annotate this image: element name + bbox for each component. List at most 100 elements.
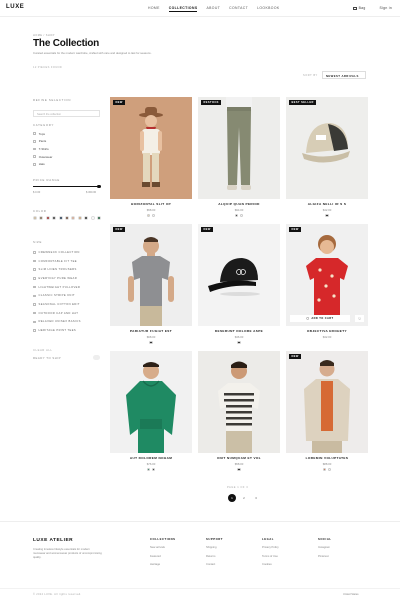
product-name[interactable]: LOREMIN VOLUPTATES <box>286 456 368 460</box>
color-dot[interactable] <box>234 214 238 218</box>
category-item[interactable]: Outerwear <box>33 153 52 161</box>
color-swatch[interactable] <box>71 216 76 220</box>
product-image[interactable] <box>198 351 280 453</box>
checkbox[interactable] <box>33 268 36 271</box>
color-swatch[interactable] <box>58 216 63 220</box>
checkbox[interactable] <box>33 259 36 263</box>
size-option[interactable]: RELAXED UNISEX BASICS <box>33 318 81 327</box>
checkbox[interactable] <box>33 311 36 315</box>
product-image[interactable]: BEST SELLER <box>286 97 368 199</box>
color-swatch[interactable] <box>39 216 44 220</box>
color-dot[interactable] <box>146 214 150 218</box>
product-image[interactable]: NEW ▢ ADD TO CART ♡ <box>286 224 368 326</box>
size-option[interactable]: SLIM LINEN TROUSERS <box>33 265 81 274</box>
product-name[interactable]: AUT DOLOREM NOHAM <box>110 456 192 460</box>
color-swatch[interactable] <box>84 216 89 220</box>
product-image[interactable]: NEW <box>198 224 280 326</box>
checkbox[interactable] <box>33 294 36 298</box>
checkbox[interactable] <box>33 139 36 143</box>
footer-link[interactable]: Returns <box>206 555 223 558</box>
color-swatch[interactable] <box>90 216 95 220</box>
breadcrumb[interactable]: HOME / SHOP <box>33 34 55 37</box>
footer-link[interactable]: Instagram <box>318 546 332 549</box>
size-option[interactable]: EVERYDAY PURE WEAR <box>33 274 81 283</box>
product-image[interactable]: NEW <box>286 351 368 453</box>
size-option[interactable]: HERITAGE PRINT TEES <box>33 326 81 335</box>
product-card[interactable]: NEW HORIZONTAL SLIT UP $58.00 <box>110 97 192 218</box>
color-swatch[interactable] <box>77 216 82 220</box>
footer-link[interactable]: Contact <box>206 563 223 566</box>
nav-contact[interactable]: CONTACT <box>229 6 248 12</box>
product-image[interactable]: RESTOCK <box>198 97 280 199</box>
size-option[interactable]: OUTDOOR CAP AND HAT <box>33 309 81 318</box>
footer-link[interactable]: Pinterest <box>318 555 332 558</box>
color-swatch[interactable] <box>33 216 37 220</box>
site-logo[interactable]: LUXE <box>6 4 24 10</box>
checkbox[interactable] <box>33 320 36 324</box>
size-option[interactable]: SEASONAL COTTON EDIT <box>33 300 81 309</box>
footer-link[interactable]: Featured <box>150 555 176 558</box>
sort-select[interactable]: NEWEST ARRIVALS <box>322 71 366 79</box>
checkbox[interactable] <box>33 155 36 158</box>
color-swatch[interactable] <box>96 216 101 220</box>
ready-to-ship-toggle[interactable] <box>93 355 100 360</box>
page-button[interactable]: 2 <box>240 494 248 502</box>
color-swatch[interactable] <box>64 216 69 220</box>
product-card[interactable]: RESTOCK ALQUIP QUAN PERIOD $94.00 <box>198 97 280 218</box>
product-name[interactable]: OBJECTIVA EROHETY <box>286 329 368 333</box>
page-button[interactable]: 1 <box>228 494 236 502</box>
product-name[interactable]: DESERUNT DOLORE ASPE <box>198 329 280 333</box>
color-dot[interactable] <box>237 468 241 472</box>
product-image[interactable] <box>110 351 192 453</box>
nav-home[interactable]: HOME <box>148 6 160 12</box>
add-to-cart-button[interactable]: ▢ ADD TO CART <box>290 315 350 322</box>
category-item[interactable]: T-Shirts <box>33 145 52 153</box>
product-card[interactable]: UNIT NUMQUAM ET VOL $58.00 <box>198 351 280 472</box>
category-item[interactable]: Pants <box>33 138 52 146</box>
footer-link[interactable]: Cookies <box>262 563 279 566</box>
product-image[interactable]: NEW <box>110 97 192 199</box>
footer-link[interactable]: Heritage <box>150 563 176 566</box>
color-dot[interactable] <box>328 468 332 472</box>
checkbox[interactable] <box>33 162 36 166</box>
size-option[interactable]: LIGHTWEIGHT PULLOVER <box>33 283 81 292</box>
footer-link[interactable]: Terms of Use <box>262 555 279 558</box>
color-dot[interactable] <box>149 341 153 345</box>
product-name[interactable]: PARIATUR FUGIAT EST <box>110 329 192 333</box>
checkbox[interactable] <box>33 329 36 332</box>
color-swatch[interactable] <box>45 216 50 220</box>
checkbox[interactable] <box>33 303 36 306</box>
product-name[interactable]: HORIZONTAL SLIT UP <box>110 202 192 206</box>
checkbox[interactable] <box>33 147 36 151</box>
product-name[interactable]: ALGIZA NELLI IR S S <box>286 202 368 206</box>
color-dot[interactable] <box>152 214 156 218</box>
footer-link[interactable]: Shipping <box>206 546 223 549</box>
search-input[interactable]: Search the collection <box>33 110 100 117</box>
color-dot[interactable] <box>146 468 150 472</box>
size-option[interactable]: CREWNECK COLLECTION <box>33 248 81 257</box>
color-dot[interactable] <box>240 214 244 218</box>
checkbox[interactable] <box>33 277 36 280</box>
color-dot[interactable] <box>322 468 326 472</box>
signin-link[interactable]: Sign in <box>380 6 392 10</box>
footer-link[interactable]: New arrivals <box>150 546 176 549</box>
category-item[interactable]: Tops <box>33 130 52 138</box>
language-selector[interactable]: United States <box>343 593 359 596</box>
nav-lookbook[interactable]: LOOKBOOK <box>257 6 279 12</box>
nav-collections[interactable]: COLLECTIONS <box>168 6 198 12</box>
category-item[interactable]: Hats <box>33 160 52 168</box>
checkbox[interactable] <box>33 132 36 136</box>
checkbox[interactable] <box>33 251 36 254</box>
color-swatch[interactable] <box>52 216 57 220</box>
checkbox[interactable] <box>33 285 36 289</box>
product-card[interactable]: NEW LOREMIN VOLUPTATES $88.00 <box>286 351 368 472</box>
product-card[interactable]: NEW ▢ ADD TO CART ♡ OBJECTIVA EROHETY $32… <box>286 224 368 341</box>
page-button[interactable]: 3 <box>252 494 260 502</box>
product-image[interactable]: NEW <box>110 224 192 326</box>
nav-about[interactable]: ABOUT <box>206 6 220 12</box>
product-card[interactable]: BEST SELLER ALGIZA NELLI IR S S $42.00 <box>286 97 368 218</box>
color-dot[interactable] <box>325 214 329 218</box>
product-card[interactable]: NEW DESERUNT DOLORE ASPE $36.00 <box>198 224 280 345</box>
size-option[interactable]: COMFORTABLE FIT TEE <box>33 257 81 266</box>
price-slider-handle[interactable] <box>97 184 101 189</box>
